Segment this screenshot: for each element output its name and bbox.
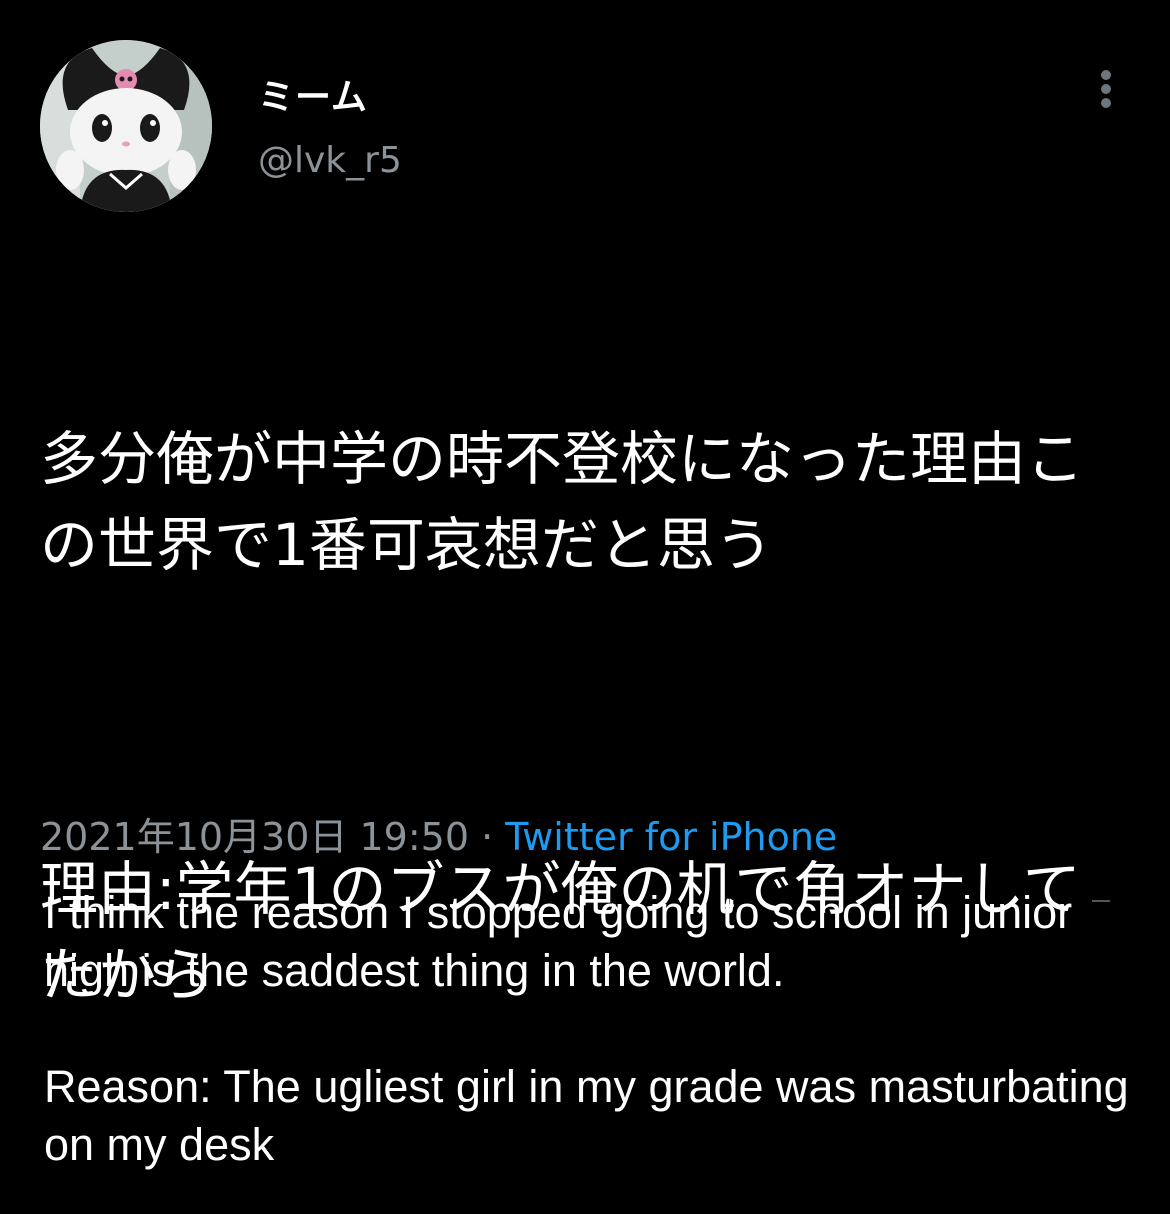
tweet-paragraph: 多分俺が中学の時不登校になった理由この世界で1番可哀想だと思う (40, 425, 1085, 579)
more-vertical-icon-dot (1101, 84, 1111, 94)
user-handle[interactable]: @lvk_r5 (258, 140, 402, 181)
meta-separator: · (469, 815, 506, 859)
tweet-timestamp[interactable]: 2021年10月30日 19:50 (40, 815, 469, 859)
translation-caption: I think the reason I stopped going to sc… (44, 884, 1134, 1174)
more-options-button[interactable] (1088, 62, 1124, 114)
tweet-source-link[interactable]: Twitter for iPhone (505, 815, 837, 859)
avatar[interactable] (40, 40, 212, 212)
kuromi-avatar-icon (40, 40, 212, 212)
more-vertical-icon-dot (1101, 98, 1111, 108)
tweet-meta: 2021年10月30日 19:50 · Twitter for iPhone (40, 806, 837, 861)
translation-paragraph: Reason: The ugliest girl in my grade was… (44, 1061, 1129, 1170)
tweet-screenshot: ミーム @lvk_r5 多分俺が中学の時不登校になった理由この世界で1番可哀想だ… (0, 0, 1170, 1214)
more-vertical-icon-dot (1101, 70, 1111, 80)
display-name[interactable]: ミーム (258, 68, 368, 120)
translation-paragraph: I think the reason I stopped going to sc… (44, 887, 1073, 996)
